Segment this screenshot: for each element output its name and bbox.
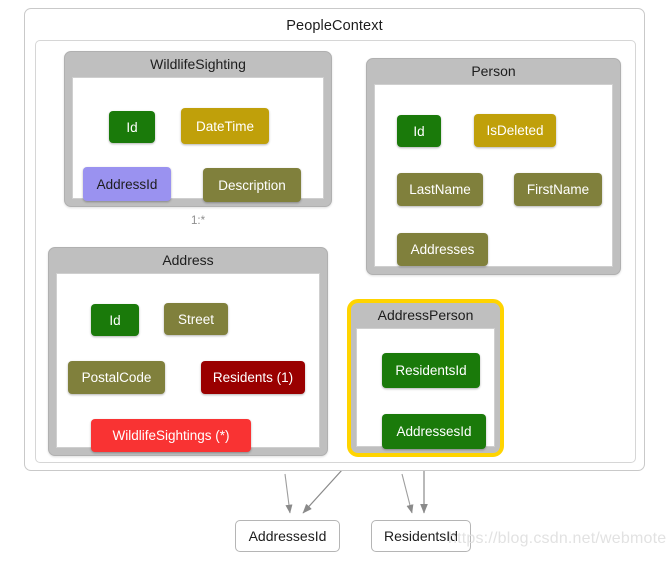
entity-title-address: Address xyxy=(162,252,214,268)
entity-address[interactable]: Address Id Street PostalCode Residents (1) Wi… xyxy=(48,247,328,456)
property-chip[interactable]: Street xyxy=(164,303,228,335)
property-chip[interactable]: LastName xyxy=(397,173,483,206)
property-chip[interactable]: AddressId xyxy=(83,167,171,201)
entity-wildlife-sighting[interactable]: WildlifeSighting Id DateTime AddressId Descr… xyxy=(64,51,332,207)
property-chip[interactable]: Id xyxy=(109,111,155,143)
property-chip[interactable]: Id xyxy=(91,304,139,336)
property-chip[interactable]: Description xyxy=(203,168,301,202)
property-chip[interactable]: WildlifeSightings (*) xyxy=(91,419,251,452)
diagram-canvas: PeopleContext WildlifeSighting Id DateTime… xyxy=(0,0,667,562)
watermark-text: https://blog.csdn.net/webmote xyxy=(448,530,667,547)
property-chip[interactable]: DateTime xyxy=(181,108,269,144)
entity-address-person[interactable]: AddressPerson ResidentsId AddressesId xyxy=(347,299,504,457)
entity-body-wildlife-sighting: Id DateTime AddressId Description xyxy=(72,77,324,202)
leaf-node-addresses-id-node[interactable]: AddressesId xyxy=(235,520,340,552)
entity-person[interactable]: Person Id IsDeleted LastName FirstName Addres… xyxy=(366,58,621,275)
context-title: PeopleContext xyxy=(286,18,383,34)
entity-title-person: Person xyxy=(471,63,516,79)
property-chip[interactable]: IsDeleted xyxy=(474,114,556,147)
property-chip[interactable]: FirstName xyxy=(514,173,602,206)
property-chip[interactable]: Addresses xyxy=(397,233,488,266)
entity-body-address: Id Street PostalCode Residents (1) WildlifeS… xyxy=(56,273,320,452)
entity-title-wildlife-sighting: WildlifeSighting xyxy=(150,56,246,72)
edge-context-to-addressesid xyxy=(284,473,293,514)
entity-title-address-person: AddressPerson xyxy=(377,307,474,323)
property-chip[interactable]: AddressesId xyxy=(382,414,486,449)
property-chip[interactable]: Residents (1) xyxy=(201,361,305,394)
edge-context-to-residentsid xyxy=(401,473,414,514)
property-chip[interactable]: ResidentsId xyxy=(382,353,480,388)
entity-body-person: Id IsDeleted LastName FirstName Addresses xyxy=(374,84,613,267)
entity-body-address-person: ResidentsId AddressesId xyxy=(356,328,495,449)
edge-label-one-to-many: 1:* xyxy=(191,215,206,227)
property-chip[interactable]: Id xyxy=(397,115,441,147)
property-chip[interactable]: PostalCode xyxy=(68,361,165,394)
